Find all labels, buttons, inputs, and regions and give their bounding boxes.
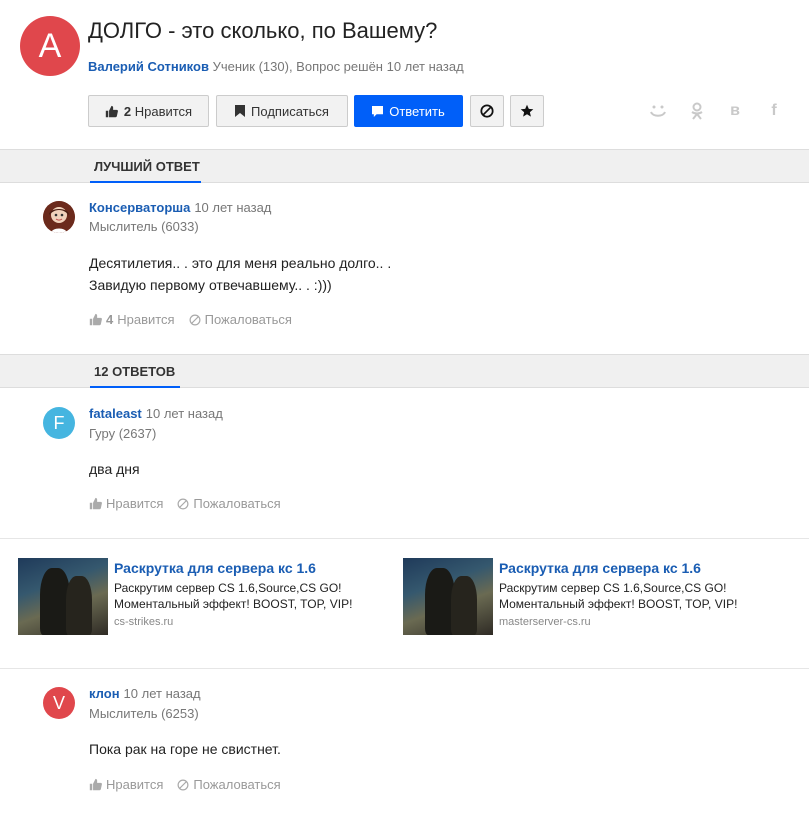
best-answer-like-count: 4: [106, 312, 114, 327]
answer-actions: Нравится Пожаловаться: [89, 777, 281, 792]
best-answer-author-name[interactable]: Консерваторша: [89, 200, 190, 215]
best-answer-actions: 4 Нравится Пожаловаться: [89, 312, 292, 327]
bookmark-icon: [235, 105, 246, 117]
answer-author[interactable]: fataleast 10 лет назад: [89, 406, 223, 421]
block-icon: [189, 314, 201, 325]
answer-author[interactable]: клон 10 лет назад: [89, 686, 201, 701]
answers-underline: [90, 386, 180, 388]
block-button[interactable]: [470, 95, 504, 127]
ad-desc-line-1: Раскрутим сервер CS 1.6,Source,CS GO!: [499, 581, 727, 595]
answers-heading: 12 ОТВЕТОВ: [94, 364, 176, 379]
answer-time: 10 лет назад: [123, 686, 201, 701]
answer-like-label: Нравится: [106, 777, 164, 792]
star-icon: [520, 104, 534, 117]
best-answer-time: 10 лет назад: [194, 200, 272, 215]
reply-button[interactable]: Ответить: [354, 95, 463, 127]
answer-time: 10 лет назад: [145, 406, 223, 421]
share-vk-icon[interactable]: в: [725, 101, 745, 121]
ad-domain[interactable]: cs-strikes.ru: [114, 616, 173, 628]
best-answer-author[interactable]: Консерваторша 10 лет назад: [89, 200, 271, 215]
thumbs-up-icon: [89, 778, 102, 791]
block-icon: [480, 104, 494, 118]
best-answer-underline: [90, 181, 201, 183]
subscribe-button[interactable]: Подписаться: [216, 95, 348, 127]
answer-rank: Гуру (2637): [89, 426, 157, 441]
ad-description: Раскрутим сервер CS 1.6,Source,CS GO! Мо…: [499, 580, 779, 612]
best-answer-rank: Мыслитель (6033): [89, 219, 199, 234]
block-icon: [177, 498, 189, 509]
reply-label: Ответить: [389, 103, 445, 119]
subscribe-label: Подписаться: [251, 103, 329, 119]
question-author-link[interactable]: Валерий Сотников: [88, 59, 209, 74]
answer-author-name[interactable]: fataleast: [89, 406, 142, 421]
answer-author-name[interactable]: клон: [89, 686, 120, 701]
share-moimir-icon[interactable]: [648, 101, 668, 121]
ad-image[interactable]: [18, 558, 108, 635]
answer-report-label: Пожаловаться: [193, 777, 281, 792]
best-answer-text: Десятилетия.. . это для меня реально дол…: [89, 252, 391, 296]
answer-avatar[interactable]: V: [43, 687, 75, 719]
best-answer-like-label: Нравится: [117, 312, 175, 327]
ad-desc-line-1: Раскрутим сервер CS 1.6,Source,CS GO!: [114, 581, 342, 595]
ad-description: Раскрутим сервер CS 1.6,Source,CS GO! Мо…: [114, 580, 394, 612]
ad-title-link[interactable]: Раскрутка для сервера кс 1.6: [499, 560, 701, 576]
share-odnoklassniki-icon[interactable]: [687, 101, 707, 121]
best-answer-report-label: Пожаловаться: [204, 312, 292, 327]
answer-like-button[interactable]: Нравится: [89, 777, 163, 792]
answer-like-button[interactable]: Нравится: [89, 496, 163, 511]
thumbs-up-icon: [105, 105, 118, 117]
question-avatar[interactable]: A: [20, 16, 80, 76]
question-meta: Валерий Сотников Ученик (130), Вопрос ре…: [88, 59, 464, 74]
best-answer-like-button[interactable]: 4 Нравится: [89, 312, 175, 327]
best-answer-avatar[interactable]: [43, 201, 75, 233]
reply-icon: [372, 105, 384, 117]
answer-rank: Мыслитель (6253): [89, 706, 199, 721]
favorite-button[interactable]: [510, 95, 544, 127]
best-answer-heading: ЛУЧШИЙ ОТВЕТ: [94, 159, 200, 174]
ad-desc-line-2: Моментальный эффект! BOOST, TOP, VIP!: [499, 597, 738, 611]
answer-report-label: Пожаловаться: [193, 496, 281, 511]
question-meta-text: Ученик (130), Вопрос решён 10 лет назад: [212, 59, 464, 74]
thumbs-up-icon: [89, 313, 102, 326]
answer-avatar[interactable]: F: [43, 407, 75, 439]
like-question-button[interactable]: 2 Нравится: [88, 95, 209, 127]
answer-text: два дня: [89, 461, 140, 477]
ad-image[interactable]: [403, 558, 493, 635]
best-answer-line-1: Десятилетия.. . это для меня реально дол…: [89, 255, 392, 271]
answer-text: Пока рак на горе не свистнет.: [89, 741, 281, 757]
answer-report-button[interactable]: Пожаловаться: [177, 777, 281, 792]
answer-report-button[interactable]: Пожаловаться: [177, 496, 281, 511]
thumbs-up-icon: [89, 497, 102, 510]
answer-like-label: Нравится: [106, 496, 164, 511]
ad-title-link[interactable]: Раскрутка для сервера кс 1.6: [114, 560, 316, 576]
best-answer-report-button[interactable]: Пожаловаться: [189, 312, 292, 327]
question-title: ДОЛГО - это сколько, по Вашему?: [88, 18, 438, 43]
answer-actions: Нравится Пожаловаться: [89, 496, 281, 511]
ad-domain[interactable]: masterserver-cs.ru: [499, 616, 591, 628]
question-like-count: 2: [123, 103, 132, 119]
best-answer-line-2: Завидую первому отвечавшему.. . :))): [89, 277, 332, 293]
question-like-label: Нравится: [134, 103, 193, 119]
ads-top-divider: [0, 538, 809, 539]
block-icon: [177, 779, 189, 790]
ads-bottom-divider: [0, 668, 809, 669]
share-facebook-icon[interactable]: f: [764, 101, 784, 121]
ad-desc-line-2: Моментальный эффект! BOOST, TOP, VIP!: [114, 597, 353, 611]
